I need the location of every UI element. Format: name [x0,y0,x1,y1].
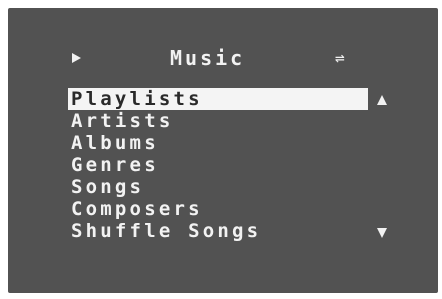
scroll-up-icon [377,95,387,105]
menu-item-songs[interactable]: Songs [68,176,368,198]
menu-item-artists[interactable]: Artists [68,110,368,132]
menu-item-albums[interactable]: Albums [68,132,368,154]
ipod-screen: Music ⇌ Playlists Artists Albums Genres … [8,8,438,293]
scroll-down-icon [377,228,387,238]
play-icon [72,53,81,63]
music-menu: Playlists Artists Albums Genres Songs Co… [68,88,368,242]
menu-item-composers[interactable]: Composers [68,198,368,220]
header-bar: Music ⇌ [8,46,438,72]
menu-item-genres[interactable]: Genres [68,154,368,176]
menu-item-playlists[interactable]: Playlists [68,88,368,110]
shuffle-icon: ⇌ [335,48,345,67]
menu-item-shuffle-songs[interactable]: Shuffle Songs [68,220,368,242]
page-title: Music [170,46,246,70]
